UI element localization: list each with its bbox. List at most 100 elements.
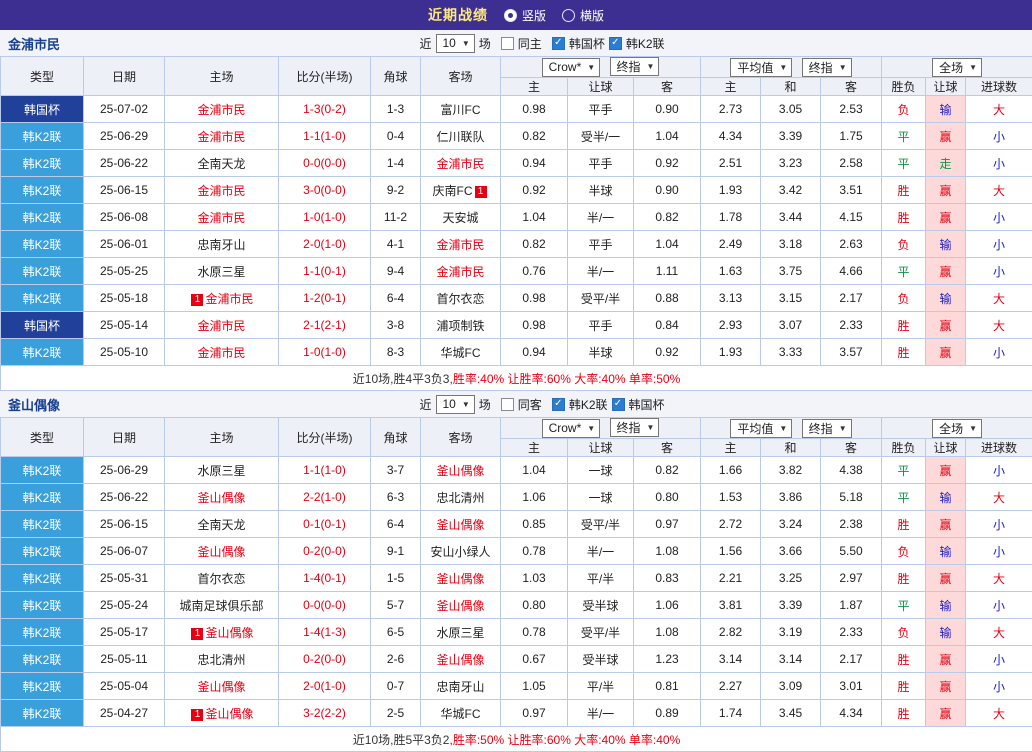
score-cell: 1-1(1-0): [279, 123, 371, 150]
handicap-away-odds: 0.89: [634, 700, 701, 727]
team-name: 浦项制铁: [436, 319, 484, 333]
scope-select[interactable]: 全场▼: [932, 58, 982, 77]
corner-cell: 6-3: [371, 484, 421, 511]
average-select[interactable]: 平均值▼: [730, 419, 792, 438]
league-badge: 韩K2联: [1, 204, 84, 231]
avg-home-odds: 1.53: [701, 484, 761, 511]
league-badge: 韩K2联: [1, 285, 84, 312]
match-row: 韩K2联25-06-29金浦市民1-1(1-0)0-4仁川联队0.82受半/一1…: [1, 123, 1032, 150]
result-handicap: 赢: [926, 312, 966, 339]
col-home: 主场: [165, 57, 279, 96]
recent-count-select[interactable]: 10▼: [436, 395, 475, 414]
chevron-down-icon: ▼: [969, 63, 977, 72]
col-avg-draw: 和: [761, 439, 821, 457]
avg-away-odds: 3.51: [821, 177, 882, 204]
col-home: 主场: [165, 418, 279, 457]
home-team-cell: 首尔衣恋: [165, 565, 279, 592]
col-corner: 角球: [371, 57, 421, 96]
handicap-home-odds: 0.82: [501, 123, 568, 150]
odds-source-select[interactable]: Crow*▼: [542, 419, 601, 438]
match-row: 韩K2联25-06-15全南天龙0-1(0-1)6-4釜山偶像0.85受平/半0…: [1, 511, 1032, 538]
league-cup-checkbox[interactable]: ✓: [612, 398, 625, 411]
handicap-away-odds: 1.08: [634, 538, 701, 565]
recent-count-select[interactable]: 10▼: [436, 34, 475, 53]
odds-time-select[interactable]: 终指▼: [610, 418, 660, 437]
corner-cell: 0-4: [371, 123, 421, 150]
league-k2-label: 韩K2联: [569, 396, 608, 413]
result-handicap: 赢: [926, 123, 966, 150]
col-result-wdl: 胜负: [882, 439, 926, 457]
match-date: 25-04-27: [84, 700, 165, 727]
odds-source-select[interactable]: Crow*▼: [542, 58, 601, 77]
handicap-home-odds: 0.82: [501, 231, 568, 258]
team-name: 首尔衣恋: [197, 572, 245, 586]
team-name: 忠北清州: [436, 491, 484, 505]
result-goals: 小: [966, 123, 1032, 150]
handicap-line: 平/半: [568, 565, 634, 592]
score-cell: 1-0(1-0): [279, 339, 371, 366]
result-handicap: 赢: [926, 204, 966, 231]
rank-badge: 1: [191, 709, 203, 721]
corner-cell: 1-5: [371, 565, 421, 592]
away-team-cell: 天安城: [421, 204, 501, 231]
league-k2-checkbox[interactable]: ✓: [552, 398, 565, 411]
col-odds-handicap: 让球: [568, 439, 634, 457]
team-name: 釜山偶像: [436, 572, 484, 586]
avg-draw-odds: 3.82: [761, 457, 821, 484]
avg-away-odds: 4.15: [821, 204, 882, 231]
result-wdl: 胜: [882, 312, 926, 339]
team-name: 富川FC: [441, 103, 481, 117]
page-title: 近期战绩: [428, 5, 488, 25]
match-date: 25-06-15: [84, 177, 165, 204]
same-away-checkbox[interactable]: [501, 398, 514, 411]
scope-select[interactable]: 全场▼: [932, 419, 982, 438]
handicap-away-odds: 0.92: [634, 150, 701, 177]
team-name: 金浦市民: [197, 211, 245, 225]
handicap-line: 受半/一: [568, 123, 634, 150]
result-wdl: 平: [882, 123, 926, 150]
result-handicap: 赢: [926, 673, 966, 700]
league-k2-checkbox[interactable]: ✓: [609, 37, 622, 50]
home-team-cell: 忠南牙山: [165, 231, 279, 258]
topbar: 近期战绩 竖版 横版: [0, 0, 1032, 30]
home-team-cell: 水原三星: [165, 258, 279, 285]
col-score: 比分(半场): [279, 418, 371, 457]
match-row: 韩K2联25-05-04釜山偶像2-0(1-0)0-7忠南牙山1.05平/半0.…: [1, 673, 1032, 700]
result-wdl: 胜: [882, 177, 926, 204]
avg-away-odds: 2.17: [821, 646, 882, 673]
result-wdl: 胜: [882, 204, 926, 231]
league-badge: 韩K2联: [1, 258, 84, 285]
team-name: 全南天龙: [197, 518, 245, 532]
vertical-layout-radio[interactable]: 竖版: [504, 7, 546, 24]
horizontal-layout-radio[interactable]: 横版: [562, 7, 604, 24]
team-name: 金浦市民: [436, 265, 484, 279]
average-time-select[interactable]: 终指▼: [802, 58, 852, 77]
table-header-top: 类型 日期 主场 比分(半场) 角球 客场 Crow*▼ 终指▼ 平均值▼ 终指…: [1, 57, 1032, 78]
match-date: 25-06-29: [84, 457, 165, 484]
handicap-home-odds: 0.80: [501, 592, 568, 619]
odds-time-select[interactable]: 终指▼: [610, 57, 660, 76]
avg-home-odds: 2.49: [701, 231, 761, 258]
handicap-line: 半/一: [568, 204, 634, 231]
result-handicap: 赢: [926, 258, 966, 285]
league-badge: 韩K2联: [1, 700, 84, 727]
same-home-checkbox[interactable]: [501, 37, 514, 50]
avg-home-odds: 2.21: [701, 565, 761, 592]
score-cell: 1-1(1-0): [279, 457, 371, 484]
col-odds-home: 主: [501, 78, 568, 96]
result-wdl: 胜: [882, 565, 926, 592]
league-badge: 韩K2联: [1, 484, 84, 511]
match-date: 25-05-25: [84, 258, 165, 285]
league-badge: 韩K2联: [1, 538, 84, 565]
team-name: 金浦市民: [197, 130, 245, 144]
col-odds-away: 客: [634, 78, 701, 96]
team-name: 金浦市民: [205, 292, 253, 306]
average-time-select[interactable]: 终指▼: [802, 419, 852, 438]
chevron-down-icon: ▼: [587, 63, 595, 72]
league-cup-checkbox[interactable]: ✓: [552, 37, 565, 50]
result-handicap: 输: [926, 96, 966, 123]
handicap-home-odds: 1.04: [501, 457, 568, 484]
team-name: 金浦市民: [436, 157, 484, 171]
average-select[interactable]: 平均值▼: [730, 58, 792, 77]
match-row: 韩K2联25-06-29水原三星1-1(1-0)3-7釜山偶像1.04一球0.8…: [1, 457, 1032, 484]
